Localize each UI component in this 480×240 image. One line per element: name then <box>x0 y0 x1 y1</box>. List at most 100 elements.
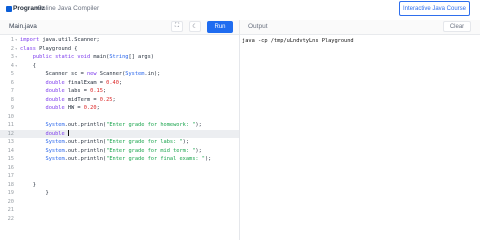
run-button[interactable]: Run <box>207 21 233 33</box>
code-text: System.out.println("Enter grade for fina… <box>20 155 212 164</box>
line-number: 22 <box>7 215 14 222</box>
code-token: ); <box>182 139 190 145</box>
code-token: 0.15 <box>90 88 103 94</box>
fold-chevron-icon[interactable]: ▾ <box>15 62 17 71</box>
code-line[interactable]: 15 System.out.println("Enter grade for f… <box>0 155 239 164</box>
code-text: { <box>20 62 36 71</box>
code-token: HW = <box>67 105 84 111</box>
code-line[interactable]: 21 <box>0 206 239 215</box>
code-token: double <box>45 79 68 86</box>
clear-button[interactable]: Clear <box>443 21 471 32</box>
code-token: midTerm = <box>67 96 100 103</box>
code-line[interactable]: 1 ▾ import java.util.Scanner; <box>0 36 239 45</box>
line-number: 5 <box>10 71 14 77</box>
tab-main-java[interactable]: Main.java <box>9 23 37 30</box>
code-line[interactable]: 5 Scanner sc = new Scanner(System.in); <box>0 70 239 79</box>
code-token: "Enter grade for homework: " <box>106 122 196 128</box>
line-number: 9 <box>10 105 14 111</box>
code-line[interactable]: 11 System.out.println("Enter grade for h… <box>0 121 239 130</box>
code-text: import java.util.Scanner; <box>20 36 100 45</box>
code-line[interactable]: 2 ▾ class Playground { <box>0 45 239 54</box>
code-text: System.out.println("Enter grade for mid … <box>20 147 202 156</box>
line-number: 7 <box>10 88 14 94</box>
code-line[interactable]: 10 <box>0 113 239 122</box>
code-line[interactable]: 6 double finalExam = 0.40; <box>0 79 239 88</box>
code-token: .out.println( <box>64 156 107 162</box>
code-line[interactable]: 22 <box>0 215 239 224</box>
code-token: .out.println( <box>64 122 107 128</box>
panel-divider[interactable] <box>239 20 240 240</box>
code-token: { <box>20 62 36 69</box>
fullscreen-icon: ⛶ <box>174 23 180 29</box>
output-console: java -cp /tmp/uLndvtyLns Playground <box>242 38 354 44</box>
code-token: import <box>20 37 43 43</box>
line-number: 3 <box>10 54 14 60</box>
code-line[interactable]: 9 double HW = 0.20; <box>0 104 239 113</box>
code-line[interactable]: 18 } <box>0 181 239 190</box>
code-line[interactable]: 13 System.out.println("Enter grade for l… <box>0 138 239 147</box>
code-token: double <box>45 130 68 137</box>
code-token: ); <box>204 156 212 162</box>
line-number: 18 <box>7 181 14 188</box>
code-text: public static void main(String[] args) <box>20 53 154 62</box>
page-subtitle: Online Java Compiler <box>37 5 100 12</box>
code-line[interactable]: 14 System.out.println("Enter grade for m… <box>0 147 239 156</box>
code-line[interactable]: 19 } <box>0 189 239 198</box>
line-number: 17 <box>7 173 14 179</box>
code-token: [] args) <box>128 54 154 60</box>
fullscreen-button[interactable]: ⛶ <box>171 21 183 32</box>
code-token: double <box>45 105 68 111</box>
code-token: .out.println( <box>64 147 107 154</box>
code-line[interactable]: 7 double labs = 0.15; <box>0 87 239 96</box>
code-token: System <box>45 139 65 145</box>
top-bar: Programiz Online Java Compiler Interacti… <box>0 0 480 21</box>
line-number: 1 <box>10 37 14 43</box>
code-token: ; <box>112 96 116 103</box>
code-token: 0.25 <box>99 96 113 103</box>
fold-chevron-icon[interactable]: ▾ <box>15 53 17 62</box>
code-text: Scanner sc = new Scanner(System.in); <box>20 70 161 79</box>
line-number: 21 <box>7 207 14 213</box>
code-token: in); <box>147 71 161 77</box>
code-line[interactable]: 16 <box>0 164 239 173</box>
code-token: double <box>45 88 68 94</box>
code-token: ); <box>195 147 202 154</box>
fold-chevron-icon[interactable]: ▾ <box>15 45 17 54</box>
code-token: System <box>45 122 65 128</box>
code-text: double labs = 0.15; <box>20 87 107 96</box>
line-number: 4 <box>10 62 14 69</box>
moon-icon: ☾ <box>192 24 198 30</box>
line-number: 16 <box>7 164 14 171</box>
code-token: "Enter grade for mid term: " <box>106 147 196 154</box>
fold-chevron-icon[interactable]: ▾ <box>15 36 17 45</box>
code-line[interactable]: 4 ▾ { <box>0 62 239 71</box>
code-token: String <box>109 54 129 60</box>
text-cursor <box>67 130 69 136</box>
line-number: 8 <box>10 96 14 103</box>
code-token: main( <box>93 54 110 60</box>
code-text: } <box>20 189 49 198</box>
code-text: double midTerm = 0.25; <box>20 96 116 105</box>
code-text: double finalExam = 0.40; <box>20 79 123 88</box>
line-number: 20 <box>7 198 14 205</box>
code-editor[interactable]: 1 ▾ import java.util.Scanner; 2 ▾ class Playg… <box>0 36 239 240</box>
line-number: 19 <box>7 190 14 196</box>
code-line[interactable]: 20 <box>0 198 239 207</box>
theme-toggle-button[interactable]: ☾ <box>189 21 201 32</box>
code-line[interactable]: 17 <box>0 172 239 181</box>
code-line[interactable]: 8 double midTerm = 0.25; <box>0 96 239 105</box>
interactive-course-button[interactable]: Interactive Java Course <box>399 1 470 16</box>
code-line[interactable]: 12 double <box>0 129 239 138</box>
code-text: class Playground { <box>20 45 77 54</box>
code-text: System.out.println("Enter grade for home… <box>20 121 202 130</box>
code-token: } <box>20 181 36 188</box>
code-token: finalExam = <box>67 79 107 86</box>
code-text: } <box>20 181 36 190</box>
code-line[interactable]: 3 ▾ public static void main(String[] args… <box>0 53 239 62</box>
line-number: 2 <box>10 45 14 52</box>
code-token: labs = <box>67 88 91 94</box>
code-token: public static void <box>32 54 94 60</box>
